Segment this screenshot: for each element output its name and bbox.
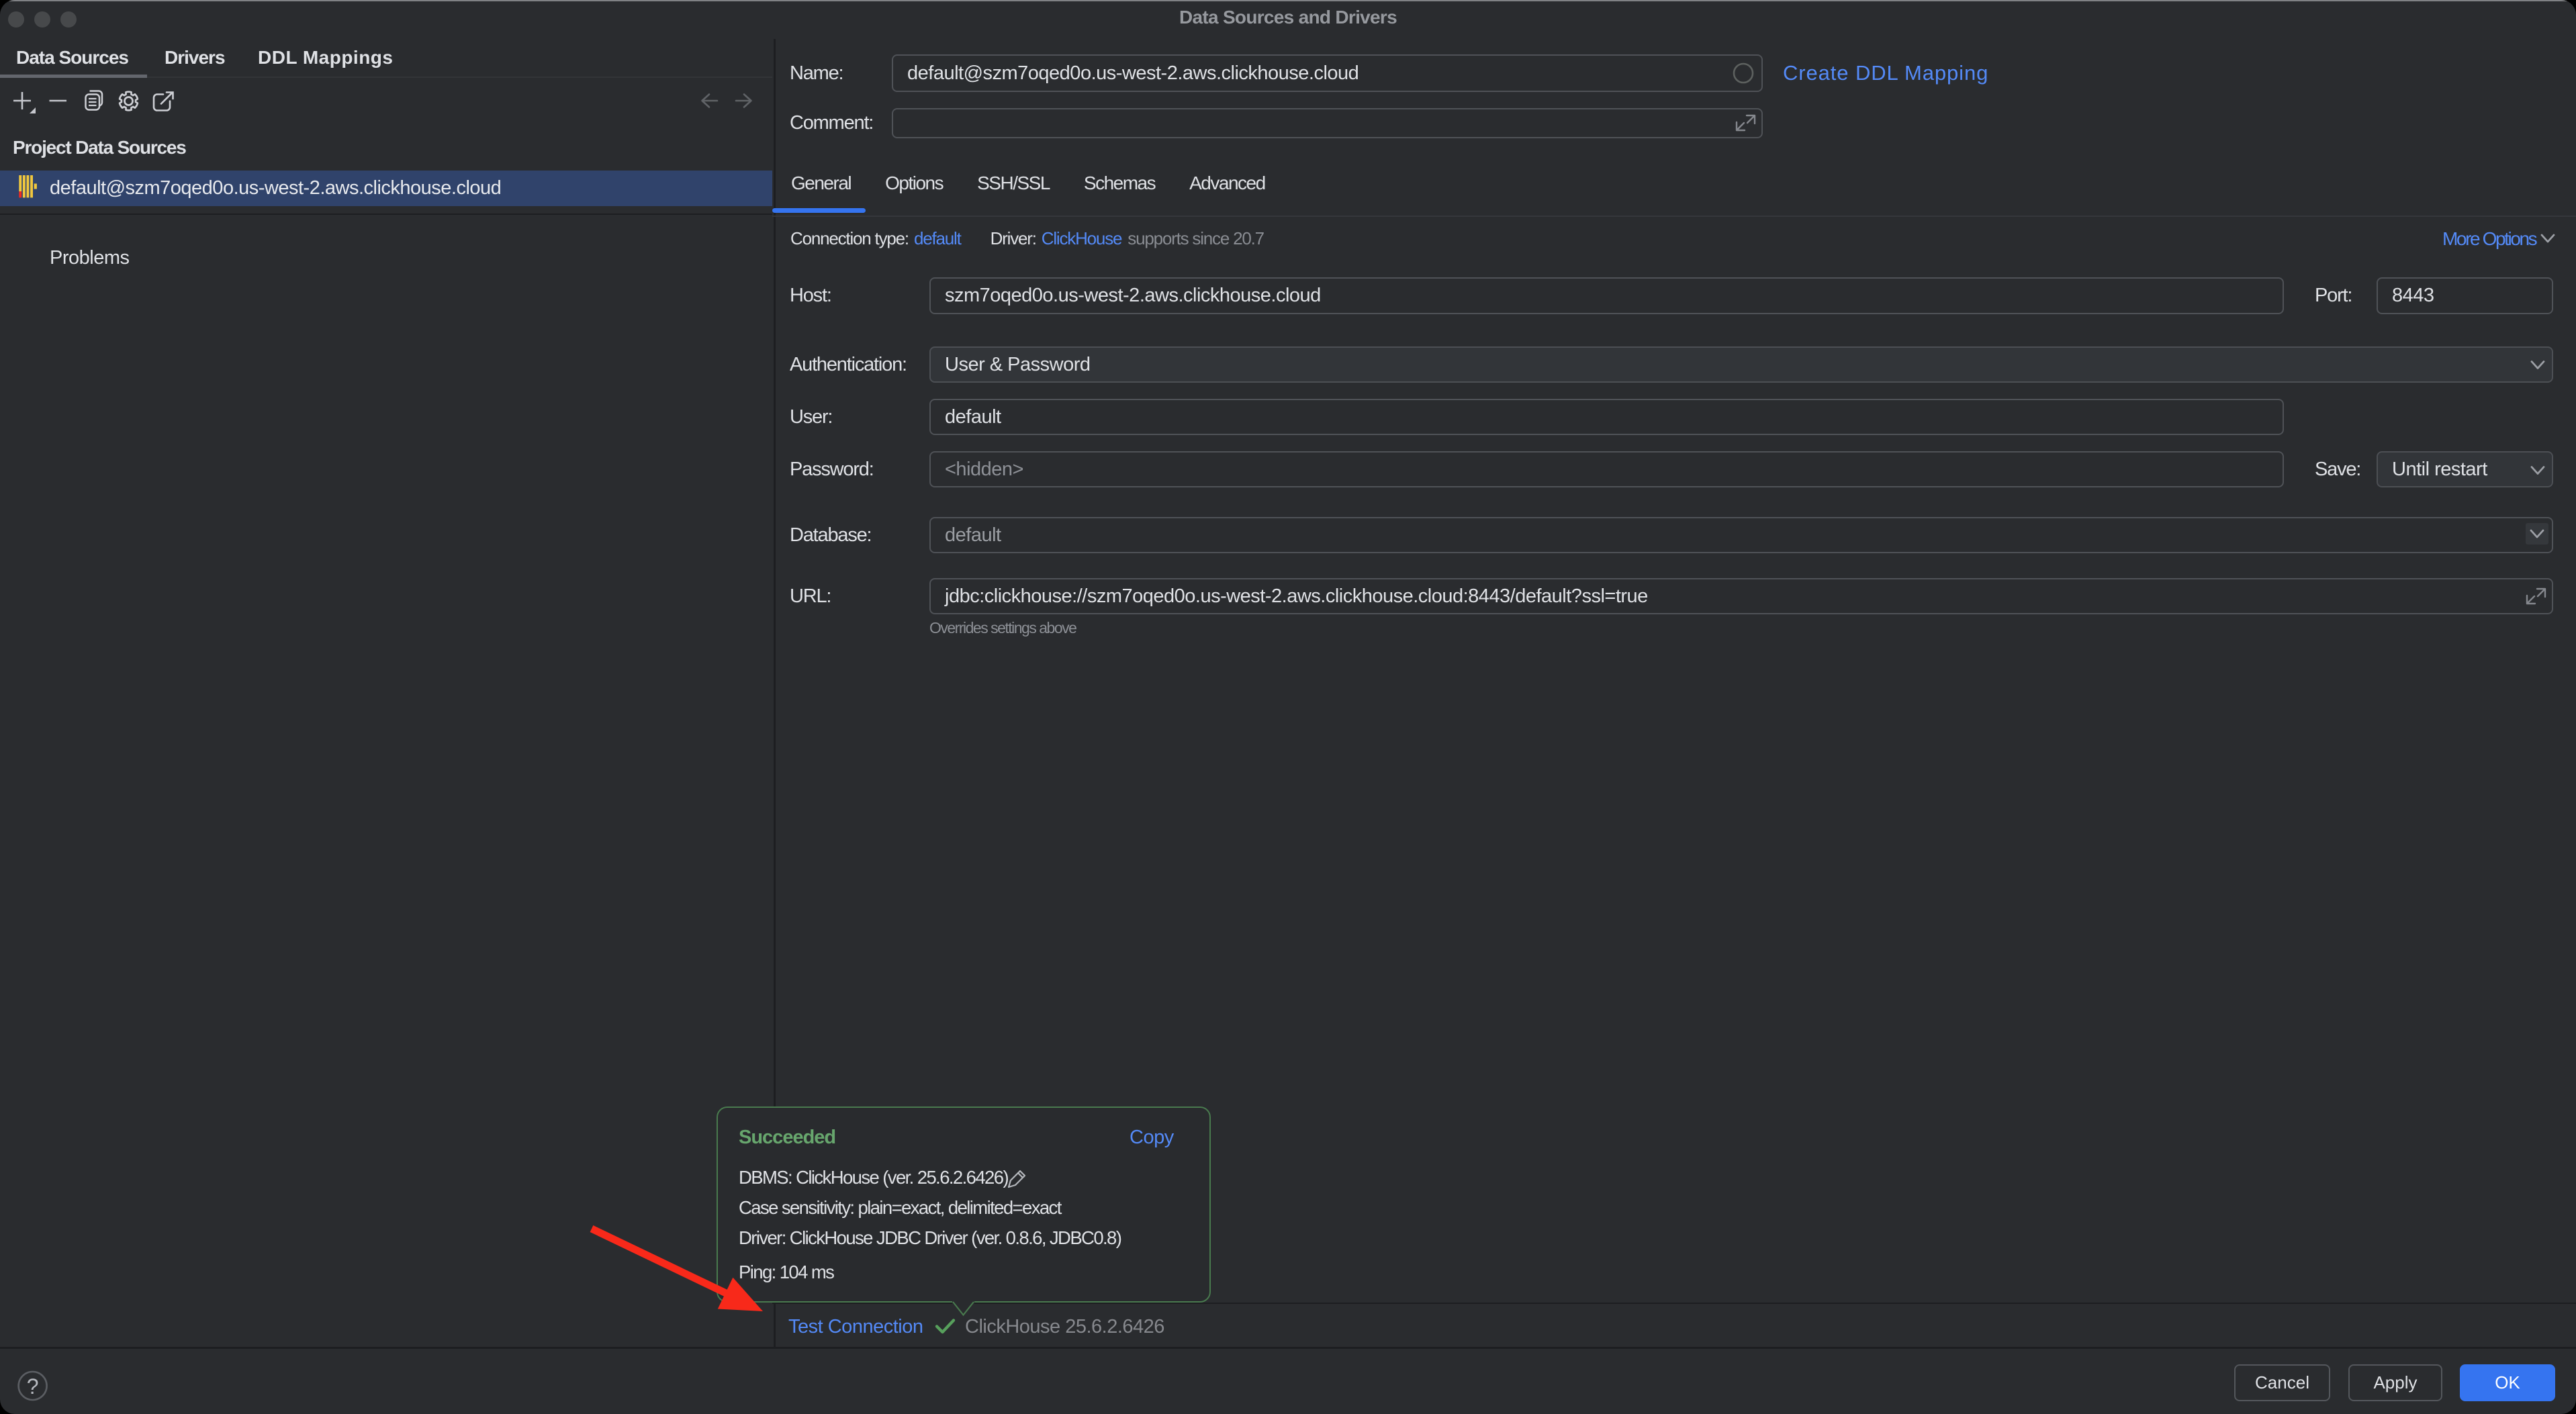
svg-text:?: ? [27, 1374, 39, 1399]
